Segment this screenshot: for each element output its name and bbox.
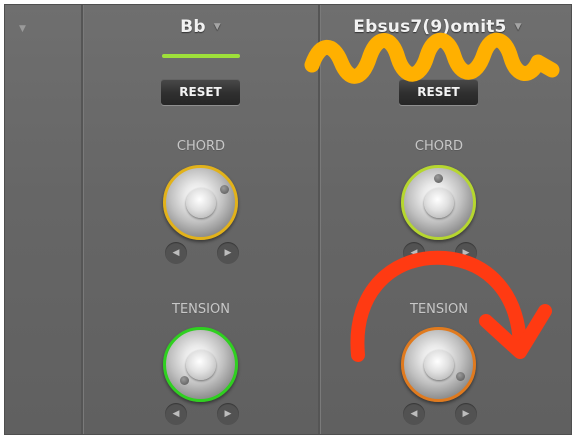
knob-indicator-dot <box>180 376 189 385</box>
knob-cap <box>423 349 454 380</box>
chevron-down-icon: ▼ <box>213 22 221 32</box>
arrow-left-icon[interactable]: ◀ <box>165 403 187 425</box>
knob-indicator-dot <box>456 372 465 381</box>
chord-knob[interactable] <box>163 165 238 240</box>
chevron-down-icon[interactable]: ▼ <box>19 24 26 34</box>
chord-name-dropdown[interactable]: Bb ▼ <box>83 17 318 37</box>
chord-name: Ebsus7(9)omit5 <box>353 17 507 37</box>
tension-knob-label: TENSION <box>172 302 230 317</box>
arrow-right-icon[interactable]: ▶ <box>455 403 477 425</box>
knob-indicator-dot <box>434 174 443 183</box>
tension-knob[interactable] <box>163 327 238 402</box>
reset-button[interactable]: RESET <box>161 79 240 105</box>
knob-indicator-dot <box>220 185 229 194</box>
knob-cap <box>185 187 216 218</box>
chord-strip-panel: ▼ Bb ▼ RESET CHORD ◀ ▶ TENSION ◀ ▶ Ebsus7… <box>4 4 572 435</box>
chord-knob[interactable] <box>401 165 476 240</box>
chord-column-2: Ebsus7(9)omit5 ▼ RESET CHORD ◀ ▶ TENSION … <box>320 5 571 434</box>
arrow-left-icon[interactable]: ◀ <box>403 242 425 264</box>
chord-name-dropdown[interactable]: Ebsus7(9)omit5 ▼ <box>320 17 571 37</box>
chord-knob-label: CHORD <box>176 139 226 154</box>
arrow-left-icon[interactable]: ◀ <box>165 242 187 264</box>
knob-cap <box>423 187 454 218</box>
chord-name: Bb <box>180 17 206 37</box>
active-indicator <box>162 54 240 58</box>
reset-button[interactable]: RESET <box>399 79 478 105</box>
chord-column-1: Bb ▼ RESET CHORD ◀ ▶ TENSION ◀ ▶ <box>83 5 318 434</box>
arrow-right-icon[interactable]: ▶ <box>217 403 239 425</box>
chevron-down-icon: ▼ <box>514 22 522 32</box>
arrow-left-icon[interactable]: ◀ <box>403 403 425 425</box>
knob-cap <box>185 349 216 380</box>
arrow-right-icon[interactable]: ▶ <box>217 242 239 264</box>
tension-knob-label: TENSION <box>410 302 468 317</box>
tension-knob[interactable] <box>401 327 476 402</box>
arrow-right-icon[interactable]: ▶ <box>455 242 477 264</box>
chord-knob-label: CHORD <box>414 139 464 154</box>
